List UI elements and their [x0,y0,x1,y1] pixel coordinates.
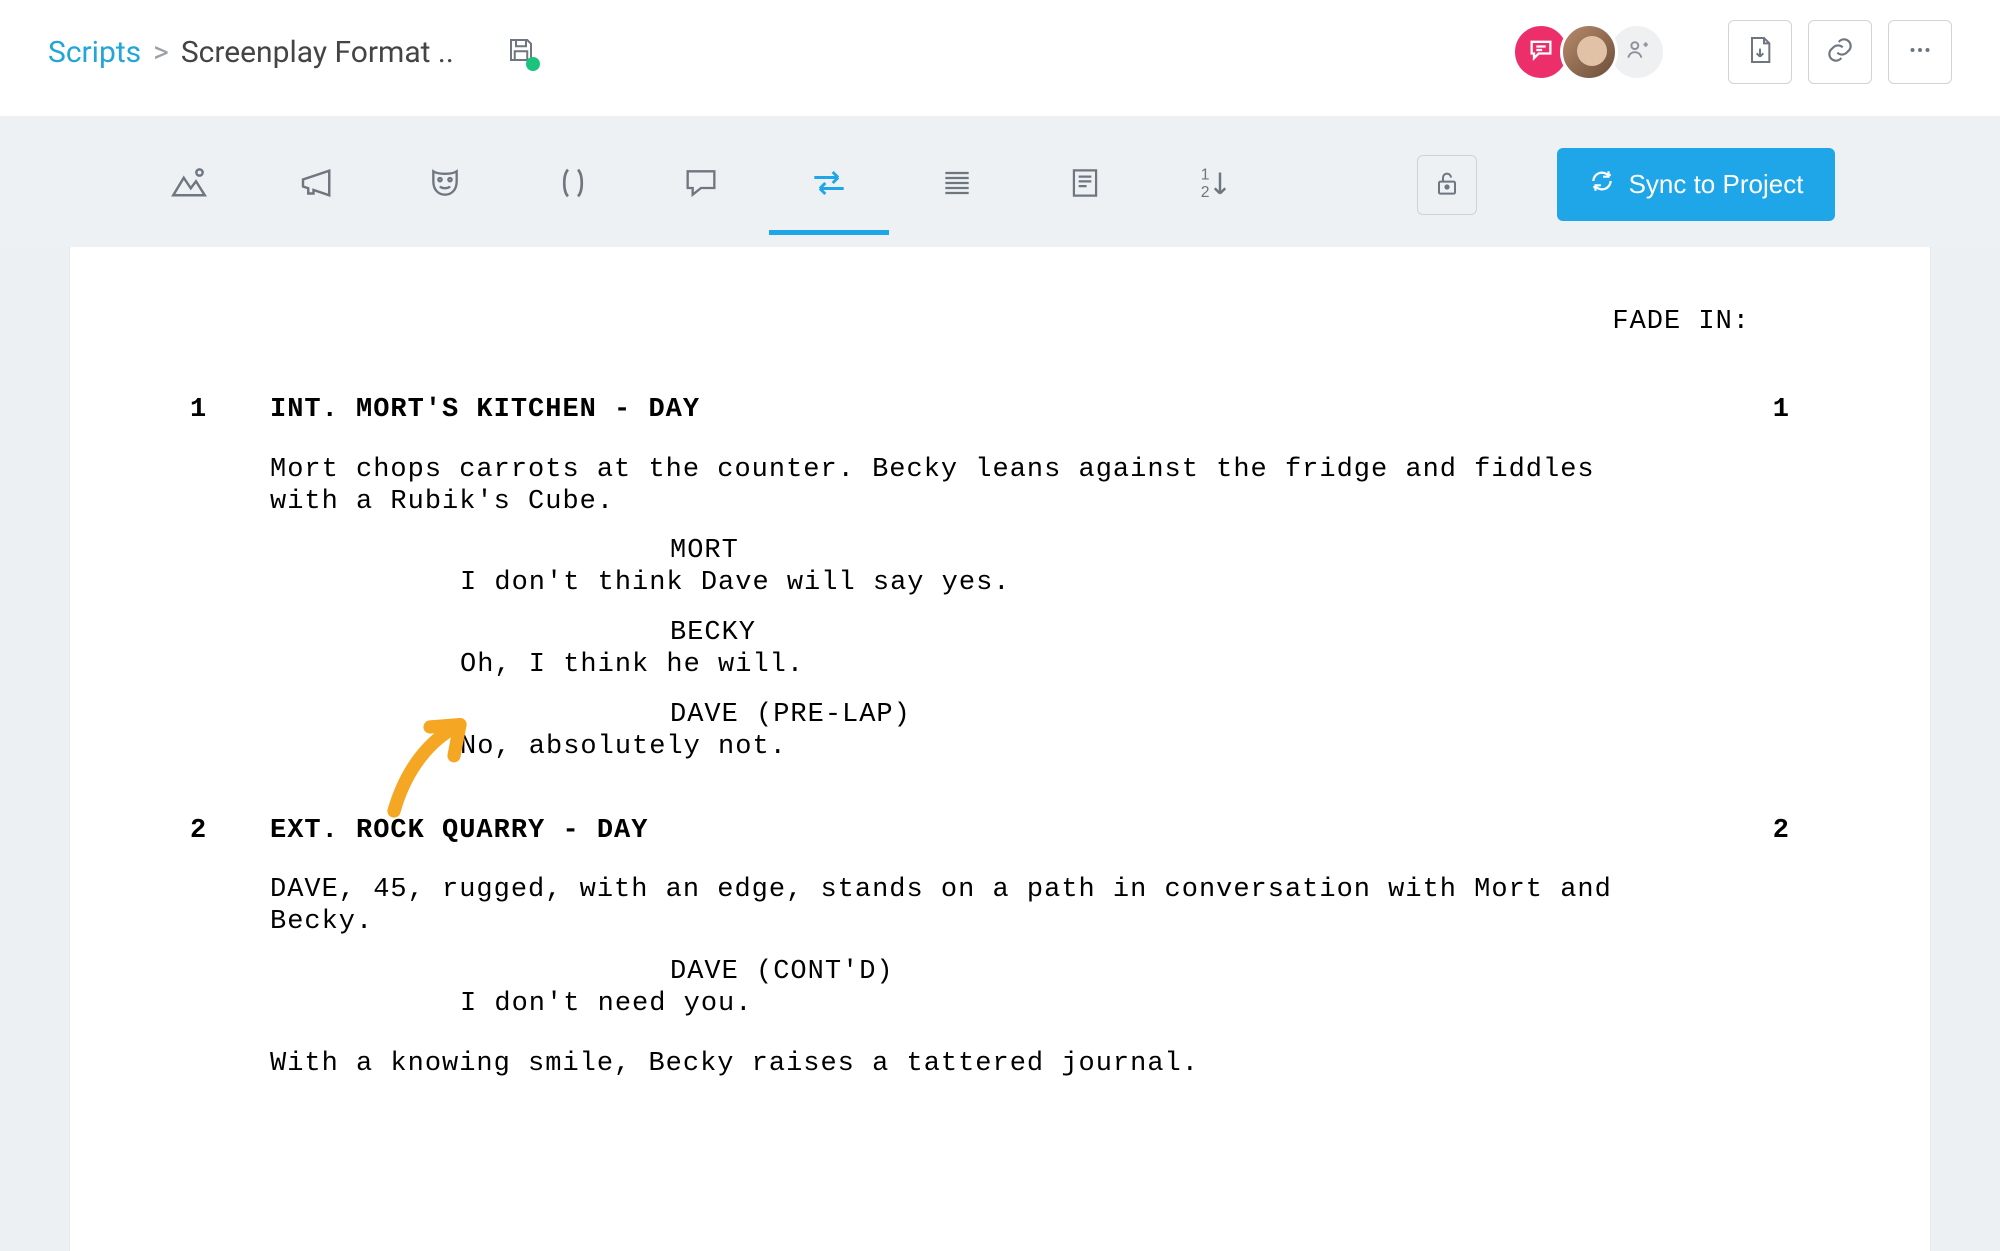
arrows-transition-icon [807,161,851,209]
breadcrumb-root-link[interactable]: Scripts [48,35,141,70]
sync-button-label: Sync to Project [1629,169,1804,200]
note-page-icon [1066,164,1104,206]
header-bar: Scripts > Screenplay Format .. [0,0,2000,116]
breadcrumb-separator: > [153,35,169,70]
toolbar: 1 2 Sync to P [0,116,2000,247]
document-canvas: FADE IN: 1 INT. MORT'S KITCHEN - DAY 1 M… [0,247,2000,1251]
script-page[interactable]: FADE IN: 1 INT. MORT'S KITCHEN - DAY 1 M… [70,247,1930,1251]
parentheses-icon [553,163,593,207]
more-options-button[interactable] [1888,20,1952,84]
shot-tool[interactable] [933,161,981,209]
character-tool[interactable] [421,161,469,209]
breadcrumb: Scripts > Screenplay Format .. [48,35,454,70]
sync-icon [1589,168,1615,201]
save-status-dot [526,57,540,71]
scene-number-left: 1 [190,395,270,427]
scene-number-left: 2 [190,816,270,848]
scene-body: DAVE, 45, rugged, with an edge, stands o… [270,875,1670,1080]
collaborator-avatars [1522,23,1666,81]
scene-heading-text[interactable]: EXT. ROCK QUARRY - DAY [270,816,1690,848]
header-left: Scripts > Screenplay Format .. [48,35,536,70]
scene-heading-row[interactable]: 1 INT. MORT'S KITCHEN - DAY 1 [190,395,1810,427]
scene-body: Mort chops carrots at the counter. Becky… [270,455,1670,764]
link-icon [1824,34,1856,70]
toolbar-inner: 1 2 Sync to P [0,136,2000,247]
svg-text:2: 2 [1200,184,1209,201]
action-tool[interactable] [293,161,341,209]
dialogue-line[interactable]: Oh, I think he will. [460,650,1370,682]
transition-in[interactable]: FADE IN: [190,307,1810,339]
svg-text:1: 1 [1200,166,1209,183]
lock-script-button[interactable] [1417,155,1477,215]
scene-number-right: 2 [1730,816,1810,848]
action-line[interactable]: With a knowing smile, Becky raises a tat… [270,1049,1670,1081]
character-cue[interactable]: MORT [670,536,1670,568]
scene-heading-tool[interactable] [165,161,213,209]
dialogue-line[interactable]: No, absolutely not. [460,732,1370,764]
sync-to-project-button[interactable]: Sync to Project [1557,148,1836,221]
dialogue-line[interactable]: I don't need you. [460,989,1370,1021]
user-avatar[interactable] [1560,23,1618,81]
parenthetical-tool[interactable] [549,161,597,209]
dialogue-tool[interactable] [677,161,725,209]
share-link-button[interactable] [1808,20,1872,84]
export-pdf-button[interactable] [1728,20,1792,84]
note-tool[interactable] [1061,161,1109,209]
renumber-tool[interactable]: 1 2 [1189,161,1237,209]
character-cue[interactable]: DAVE (PRE-LAP) [670,700,1670,732]
lock-open-icon [1431,167,1463,203]
scene-heading-text[interactable]: INT. MORT'S KITCHEN - DAY [270,395,1690,427]
scene-heading-row[interactable]: 2 EXT. ROCK QUARRY - DAY 2 [190,816,1810,848]
add-person-icon [1624,37,1650,67]
megaphone-icon [296,162,338,208]
action-line[interactable]: DAVE, 45, rugged, with an edge, stands o… [270,875,1670,939]
scene-number-right: 1 [1730,395,1810,427]
pdf-download-icon [1744,34,1776,70]
action-line[interactable]: Mort chops carrots at the counter. Becky… [270,455,1670,519]
renumber-icon: 1 2 [1192,162,1234,208]
character-cue[interactable]: BECKY [670,618,1670,650]
transition-tool[interactable] [805,161,853,209]
ellipsis-icon [1905,35,1935,69]
speech-bubble-outline-icon [681,163,721,207]
dialogue-line[interactable]: I don't think Dave will say yes. [460,568,1370,600]
header-right [1522,20,1952,84]
save-status[interactable] [506,35,536,69]
mask-icon [425,163,465,207]
character-cue[interactable]: DAVE (CONT'D) [670,957,1670,989]
breadcrumb-current[interactable]: Screenplay Format .. [181,35,454,70]
speech-bubble-icon [1527,36,1555,68]
mountain-scene-icon [168,162,210,208]
lines-justify-icon [937,163,977,207]
